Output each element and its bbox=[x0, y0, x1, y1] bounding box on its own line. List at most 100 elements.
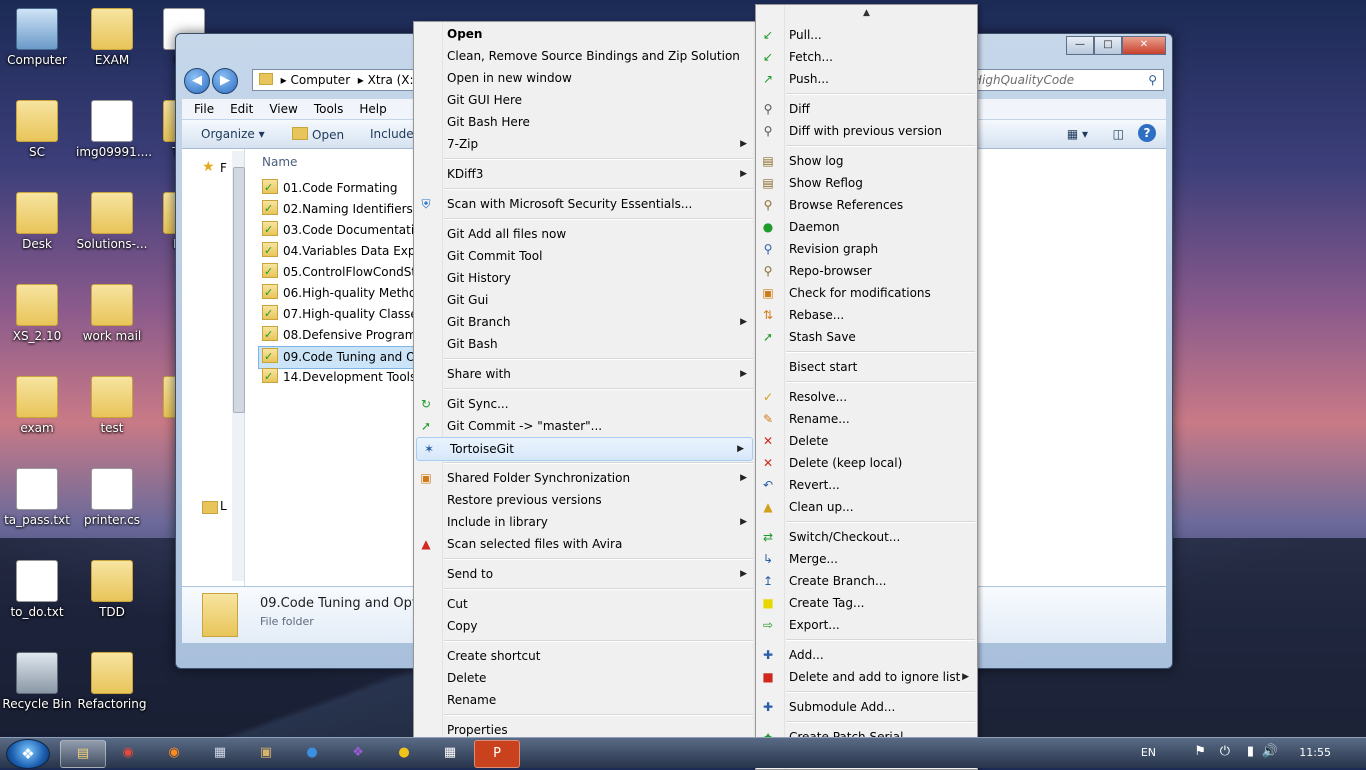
desktop-icon-recycle-bin[interactable]: Recycle Bin bbox=[1, 652, 73, 711]
close-button[interactable]: ✕ bbox=[1122, 36, 1166, 55]
menu-item-show-reflog[interactable]: ▤ Show Reflog bbox=[756, 172, 977, 194]
desktop-icon-exam[interactable]: EXAM bbox=[76, 8, 148, 67]
menu-help[interactable]: Help bbox=[351, 99, 394, 119]
menu-item-git-sync[interactable]: ↻ Git Sync... bbox=[414, 393, 755, 415]
search-icon[interactable]: ⚲ bbox=[1148, 70, 1157, 90]
menu-item-export[interactable]: ⇨ Export... bbox=[756, 614, 977, 636]
menu-item-scan-selected-files-with-avira[interactable]: ▲ Scan selected files with Avira bbox=[414, 533, 755, 555]
menu-item-include-in-library[interactable]: Include in library ▶ bbox=[414, 511, 755, 533]
view-options-icon[interactable]: ▦ ▾ bbox=[1067, 127, 1088, 141]
menu-item-rename[interactable]: ✎ Rename... bbox=[756, 408, 977, 430]
desktop-icon-xs-2-10[interactable]: XS_2.10 bbox=[1, 284, 73, 343]
menu-item-open-in-new-window[interactable]: Open in new window bbox=[414, 67, 755, 89]
file-list-item[interactable]: 02.Naming Identifiers bbox=[262, 198, 413, 220]
menu-item-tortoisegit[interactable]: ✶ TortoiseGit ▶ bbox=[416, 437, 753, 461]
menu-item-git-bash-here[interactable]: Git Bash Here bbox=[414, 111, 755, 133]
taskbar-grid-icon[interactable]: ▦ bbox=[428, 740, 472, 766]
menu-item-git-history[interactable]: Git History bbox=[414, 267, 755, 289]
menu-item-shared-folder-synchronization[interactable]: ▣ Shared Folder Synchronization ▶ bbox=[414, 467, 755, 489]
menu-item-clean-remove-source-bindings-and-zip-solution[interactable]: Clean, Remove Source Bindings and Zip So… bbox=[414, 45, 755, 67]
file-list-item[interactable]: 01.Code Formating bbox=[262, 177, 397, 199]
libraries-label[interactable]: L bbox=[220, 499, 227, 513]
menu-item-git-commit-tool[interactable]: Git Commit Tool bbox=[414, 245, 755, 267]
menu-edit[interactable]: Edit bbox=[222, 99, 261, 119]
organize-button[interactable]: Organize ▾ bbox=[201, 127, 265, 141]
file-list-item[interactable]: 07.High-quality Classes bbox=[262, 303, 424, 325]
taskbar-norton-icon[interactable]: ● bbox=[382, 740, 426, 766]
menu-item-git-commit-master[interactable]: ➚ Git Commit -> "master"... bbox=[414, 415, 755, 437]
menu-item-merge[interactable]: ↳ Merge... bbox=[756, 548, 977, 570]
volume-icon[interactable]: 🔊 bbox=[1262, 744, 1278, 759]
menu-item-share-with[interactable]: Share with ▶ bbox=[414, 363, 755, 385]
menu-item-pull[interactable]: ↙ Pull... bbox=[756, 24, 977, 46]
file-list-item[interactable]: 08.Defensive Programm bbox=[262, 324, 428, 346]
taskbar-globe-icon[interactable]: ● bbox=[290, 740, 334, 766]
nav-scrollbar-thumb[interactable] bbox=[233, 167, 245, 413]
desktop-icon-work-mail[interactable]: work mail bbox=[76, 284, 148, 343]
menu-item-copy[interactable]: Copy bbox=[414, 615, 755, 637]
menu-item-revision-graph[interactable]: ⚲ Revision graph bbox=[756, 238, 977, 260]
search-input[interactable]: HighQualityCode ⚲ bbox=[966, 69, 1164, 91]
taskbar-firefox-icon[interactable]: ◉ bbox=[152, 740, 196, 766]
menu-item-7-zip[interactable]: 7-Zip ▶ bbox=[414, 133, 755, 155]
menu-item-resolve[interactable]: ✓ Resolve... bbox=[756, 386, 977, 408]
menu-item-fetch[interactable]: ↙ Fetch... bbox=[756, 46, 977, 68]
menu-item-create-shortcut[interactable]: Create shortcut bbox=[414, 645, 755, 667]
language-indicator[interactable]: EN bbox=[1141, 746, 1156, 759]
menu-tools[interactable]: Tools bbox=[306, 99, 352, 119]
menu-item-diff-with-previous-version[interactable]: ⚲ Diff with previous version bbox=[756, 120, 977, 142]
menu-item-rename[interactable]: Rename bbox=[414, 689, 755, 711]
network-icon[interactable]: ▮ bbox=[1247, 744, 1254, 759]
menu-view[interactable]: View bbox=[261, 99, 305, 119]
menu-item-scan-with-microsoft-security-essentials[interactable]: ⛨ Scan with Microsoft Security Essentials… bbox=[414, 193, 755, 215]
menu-item-submodule-add[interactable]: ✚ Submodule Add... bbox=[756, 696, 977, 718]
menu-item-check-for-modifications[interactable]: ▣ Check for modifications bbox=[756, 282, 977, 304]
flag-icon[interactable]: ⚑ bbox=[1194, 744, 1206, 759]
menu-item-rebase[interactable]: ⇅ Rebase... bbox=[756, 304, 977, 326]
menu-item-send-to[interactable]: Send to ▶ bbox=[414, 563, 755, 585]
menu-item-clean-up[interactable]: ▲ Clean up... bbox=[756, 496, 977, 518]
favorites-label[interactable]: F bbox=[220, 161, 227, 175]
start-button[interactable]: ❖ bbox=[6, 739, 50, 769]
desktop-icon-tdd[interactable]: TDD bbox=[76, 560, 148, 619]
file-list-item[interactable]: 14.Development Tools bbox=[262, 366, 416, 388]
help-icon[interactable]: ? bbox=[1138, 124, 1156, 142]
menu-item-diff[interactable]: ⚲ Diff bbox=[756, 98, 977, 120]
menu-item-git-gui[interactable]: Git Gui bbox=[414, 289, 755, 311]
menu-item-open[interactable]: Open bbox=[414, 23, 755, 45]
desktop-icon-solutions[interactable]: Solutions-... bbox=[76, 192, 148, 251]
menu-item-git-gui-here[interactable]: Git GUI Here bbox=[414, 89, 755, 111]
menu-item-create-tag[interactable]: ■ Create Tag... bbox=[756, 592, 977, 614]
maximize-button[interactable]: □ bbox=[1094, 36, 1122, 55]
menu-item-delete[interactable]: ✕ Delete bbox=[756, 430, 977, 452]
desktop-icon-refactoring[interactable]: Refactoring bbox=[76, 652, 148, 711]
menu-item-create-branch[interactable]: ↥ Create Branch... bbox=[756, 570, 977, 592]
menu-item-git-branch[interactable]: Git Branch ▶ bbox=[414, 311, 755, 333]
menu-file[interactable]: File bbox=[186, 99, 222, 119]
favorites-star-icon[interactable]: ★ bbox=[202, 159, 215, 175]
file-list-item[interactable]: 09.Code Tuning and Op bbox=[258, 346, 423, 369]
forward-button[interactable]: ▶ bbox=[212, 68, 238, 94]
taskbar-app-icon[interactable]: ▣ bbox=[244, 740, 288, 766]
include-in-library-button[interactable]: Include bbox=[370, 127, 414, 141]
menu-item-bisect-start[interactable]: Bisect start bbox=[756, 356, 977, 378]
menu-item-delete-and-add-to-ignore-list[interactable]: ■ Delete and add to ignore list ▶ bbox=[756, 666, 977, 688]
scroll-up-arrow[interactable]: ▲ bbox=[756, 7, 977, 19]
taskbar-calc-icon[interactable]: ▦ bbox=[198, 740, 242, 766]
desktop-icon-computer[interactable]: Computer bbox=[1, 8, 73, 67]
menu-item-browse-references[interactable]: ⚲ Browse References bbox=[756, 194, 977, 216]
file-list-item[interactable]: 06.High-quality Method bbox=[262, 282, 424, 304]
desktop-icon-sc[interactable]: SC bbox=[1, 100, 73, 159]
back-button[interactable]: ◀ bbox=[184, 68, 210, 94]
preview-pane-icon[interactable]: ◫ bbox=[1113, 127, 1124, 141]
taskbar-visualstudio-icon[interactable]: ❖ bbox=[336, 740, 380, 766]
file-list-item[interactable]: 04.Variables Data Expres bbox=[262, 240, 434, 262]
menu-item-show-log[interactable]: ▤ Show log bbox=[756, 150, 977, 172]
file-list-item[interactable]: 03.Code Documentation bbox=[262, 219, 429, 241]
menu-item-switch-checkout[interactable]: ⇄ Switch/Checkout... bbox=[756, 526, 977, 548]
menu-item-git-add-all-files-now[interactable]: Git Add all files now bbox=[414, 223, 755, 245]
desktop-icon-img09991[interactable]: img09991.... bbox=[76, 100, 152, 159]
column-header-name[interactable]: Name bbox=[262, 155, 297, 169]
menu-item-repo-browser[interactable]: ⚲ Repo-browser bbox=[756, 260, 977, 282]
breadcrumb-computer[interactable]: Computer bbox=[290, 73, 350, 87]
